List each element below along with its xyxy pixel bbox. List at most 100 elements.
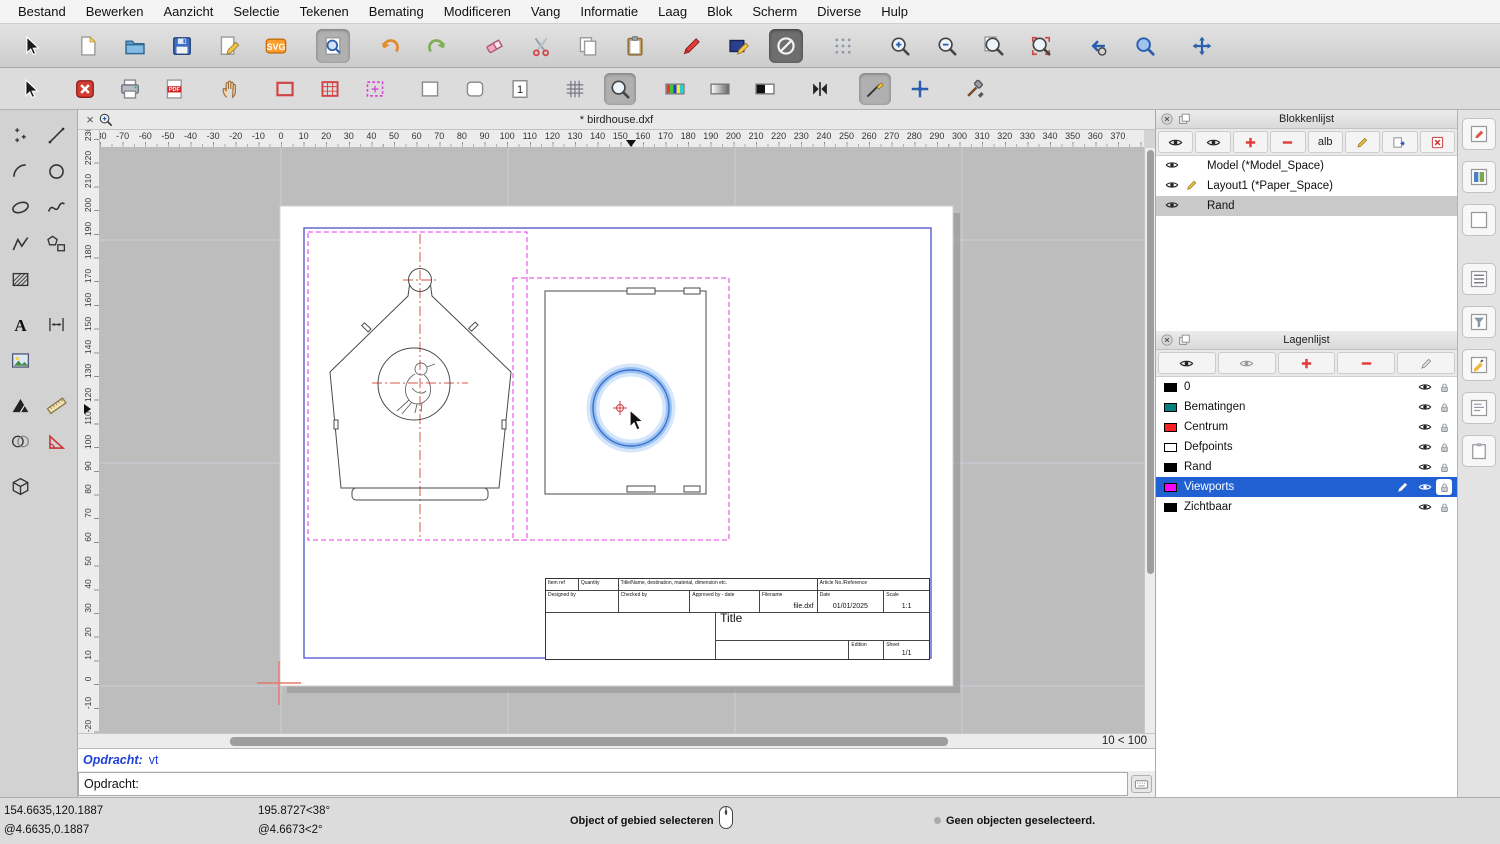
layer-lock-icon[interactable] (1436, 399, 1452, 415)
zoom-auto-button[interactable] (977, 29, 1011, 63)
paper-rounded-button[interactable] (459, 73, 491, 105)
menu-item-tekenen[interactable]: Tekenen (290, 0, 359, 24)
layer-list-item[interactable]: Zichtbaar (1156, 497, 1457, 517)
purge-block-button[interactable] (1419, 131, 1455, 153)
erase-button[interactable] (477, 29, 511, 63)
divide-tool-button[interactable] (5, 426, 36, 457)
menu-item-blok[interactable]: Blok (697, 0, 742, 24)
edit-selection-button[interactable] (722, 29, 756, 63)
new-file-button[interactable] (71, 29, 105, 63)
property-editor-toggle[interactable] (1462, 118, 1496, 150)
snap-crosshair-button[interactable] (904, 73, 936, 105)
tab-close-button[interactable]: × (82, 112, 98, 127)
menu-item-laag[interactable]: Laag (648, 0, 697, 24)
layer-list-item[interactable]: Centrum (1156, 417, 1457, 437)
layer-color-swatch[interactable] (1164, 482, 1177, 492)
linetype-button[interactable] (749, 73, 781, 105)
measure-tool-button[interactable] (41, 390, 72, 421)
vertical-scrollbar[interactable] (1144, 148, 1155, 733)
menu-item-bestand[interactable]: Bestand (8, 0, 76, 24)
viewport-rect-button[interactable] (269, 73, 301, 105)
add-layer-button[interactable] (1277, 352, 1336, 374)
vertical-scrollbar-thumb[interactable] (1147, 150, 1154, 574)
paste-button[interactable] (618, 29, 652, 63)
layer-color-swatch[interactable] (1164, 422, 1177, 432)
circle-tool-button[interactable] (41, 156, 72, 187)
layer-visibility-eye-icon[interactable] (1418, 420, 1432, 434)
layer-color-swatch[interactable] (1164, 382, 1177, 392)
command-input[interactable]: Opdracht: (78, 772, 1128, 796)
menu-item-aanzicht[interactable]: Aanzicht (154, 0, 224, 24)
menu-item-modificeren[interactable]: Modificeren (434, 0, 521, 24)
menu-item-diverse[interactable]: Diverse (807, 0, 871, 24)
undo-button[interactable] (373, 29, 407, 63)
dimension-tool-button[interactable] (41, 309, 72, 340)
toggle-construction-button[interactable] (769, 28, 803, 63)
drawing-canvas[interactable]: Item ref Quantity Title/Name, destinatio… (100, 148, 1144, 733)
blocks-hide-all-button[interactable] (1195, 131, 1231, 153)
viewport-grid-button[interactable] (314, 73, 346, 105)
remove-layer-button[interactable] (1337, 352, 1396, 374)
menu-item-bewerken[interactable]: Bewerken (76, 0, 154, 24)
layer-color-swatch[interactable] (1164, 402, 1177, 412)
layer-list-item[interactable]: Bematingen (1156, 397, 1457, 417)
close-drawing-button[interactable] (69, 73, 101, 105)
print-preview-button[interactable] (316, 28, 350, 63)
block-list-item[interactable]: Rand (1156, 196, 1457, 216)
menu-item-informatie[interactable]: Informatie (570, 0, 648, 24)
edit-layer-button[interactable] (1397, 352, 1455, 374)
layer-lock-icon[interactable] (1436, 499, 1452, 515)
color-select-button[interactable] (659, 73, 691, 105)
command-options-button[interactable] (1131, 775, 1152, 793)
zoom-in-button[interactable] (883, 29, 917, 63)
layers-hide-all-button[interactable] (1217, 352, 1276, 374)
cut-button[interactable] (524, 29, 558, 63)
pan-button[interactable] (1185, 29, 1219, 63)
remove-block-button[interactable] (1270, 131, 1306, 153)
zoom-previous-button[interactable] (1081, 29, 1115, 63)
layer-visibility-eye-icon[interactable] (1418, 480, 1432, 494)
selection-pointer-button[interactable] (14, 29, 48, 63)
insert-block-button[interactable] (1382, 131, 1418, 153)
line-tool-button[interactable] (41, 120, 72, 151)
image-tool-button[interactable] (5, 345, 36, 376)
blocks-panel-float-button[interactable] (1177, 112, 1191, 126)
layer-lock-icon[interactable] (1436, 419, 1452, 435)
menu-item-scherm[interactable]: Scherm (742, 0, 807, 24)
menu-item-hulp[interactable]: Hulp (871, 0, 918, 24)
menu-item-bemating[interactable]: Bemating (359, 0, 434, 24)
lineweight-button[interactable] (704, 73, 736, 105)
layer-list-item[interactable]: Viewports (1156, 477, 1457, 497)
layer-color-swatch[interactable] (1164, 502, 1177, 512)
shape-tool-button[interactable] (41, 228, 72, 259)
ellipse-tool-button[interactable] (5, 192, 36, 223)
page-single-button[interactable]: 1 (504, 73, 536, 105)
selection-pointer2-button[interactable] (14, 73, 46, 105)
spline-tool-button[interactable] (41, 192, 72, 223)
dev-tools-button[interactable] (959, 73, 991, 105)
layers-panel-close-button[interactable] (1160, 333, 1174, 347)
edit-block-button[interactable] (1344, 131, 1381, 153)
isometric-tool-button[interactable] (5, 471, 36, 502)
add-block-button[interactable] (1232, 131, 1269, 153)
arc-tool-button[interactable] (5, 156, 36, 187)
horizontal-scrollbar-thumb[interactable] (230, 737, 948, 746)
tab-zoom-icon[interactable] (98, 112, 116, 127)
layer-list-item[interactable]: Defpoints (1156, 437, 1457, 457)
filter-widget-toggle[interactable] (1462, 306, 1496, 338)
layer-visibility-eye-icon[interactable] (1418, 500, 1432, 514)
block-list-item[interactable]: Model (*Model_Space) (1156, 156, 1457, 176)
layer-lock-icon[interactable] (1436, 459, 1452, 475)
menu-item-vang[interactable]: Vang (521, 0, 570, 24)
svg-export-button[interactable]: SVG (259, 29, 293, 63)
blocks-panel-close-button[interactable] (1160, 112, 1174, 126)
pdf-export-button[interactable]: PDF (159, 73, 191, 105)
layer-lock-icon[interactable] (1436, 379, 1452, 395)
block-visibility-eye-icon[interactable] (1165, 198, 1181, 214)
library-browser-toggle[interactable] (1462, 161, 1496, 193)
print-button[interactable] (114, 73, 146, 105)
merge-button[interactable] (804, 73, 836, 105)
layer-visibility-eye-icon[interactable] (1418, 460, 1432, 474)
grid-dots-button[interactable] (826, 29, 860, 63)
horizontal-scrollbar[interactable] (80, 734, 1093, 749)
